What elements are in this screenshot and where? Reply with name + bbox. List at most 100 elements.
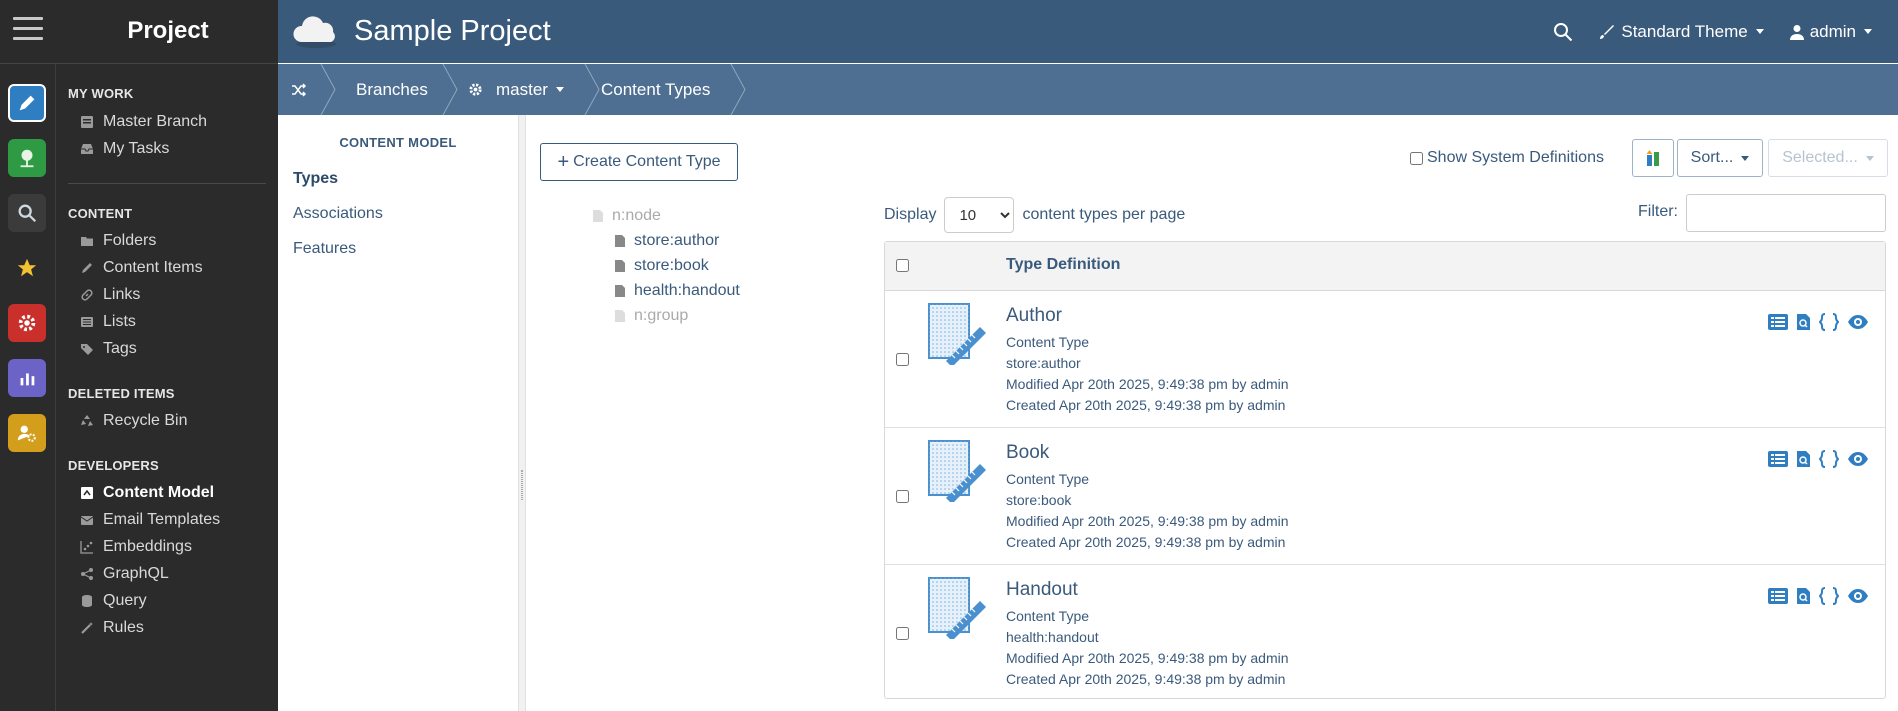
filter-label: Filter:: [1638, 203, 1678, 220]
brush-icon: [1600, 24, 1615, 39]
subnav-item-associations[interactable]: Associations: [293, 205, 383, 223]
file-icon: [615, 310, 625, 322]
show-system-checkbox[interactable]: [1410, 151, 1423, 165]
json-icon[interactable]: [1819, 587, 1839, 605]
details-icon[interactable]: [1768, 314, 1788, 330]
analytics-app-icon[interactable]: [8, 359, 46, 397]
shuffle-icon: [292, 82, 307, 97]
edit-app-icon[interactable]: [8, 84, 46, 122]
view-toggle-button[interactable]: [1632, 139, 1674, 177]
tree-app-icon[interactable]: [8, 139, 46, 177]
select-all-checkbox[interactable]: [896, 259, 909, 272]
tree-node[interactable]: n:node: [592, 207, 661, 225]
database-icon: [80, 594, 94, 608]
page-size-select[interactable]: 10: [944, 197, 1015, 233]
theme-menu[interactable]: Standard Theme: [1599, 22, 1764, 42]
tree-node[interactable]: store:author: [614, 232, 719, 250]
sidebar-item-label: Master Branch: [103, 113, 208, 130]
branch-switch-button[interactable]: [278, 64, 320, 115]
user-menu[interactable]: admin: [1789, 21, 1872, 42]
filter-input[interactable]: [1686, 194, 1886, 232]
row-actions: [1760, 450, 1869, 468]
table-header: Type Definition: [885, 242, 1885, 291]
show-system-definitions[interactable]: Show System Definitions: [1410, 149, 1604, 167]
sidebar-item-content-model[interactable]: Content Model: [80, 482, 214, 504]
eye-icon[interactable]: [1847, 451, 1869, 467]
sidebar-item-email-templates[interactable]: Email Templates: [80, 509, 220, 531]
eye-icon[interactable]: [1847, 314, 1869, 330]
tree-node-label: n:group: [634, 307, 689, 324]
eye-icon[interactable]: [1847, 588, 1869, 604]
search-icon[interactable]: [1553, 22, 1573, 42]
preview-document-icon[interactable]: [1796, 450, 1811, 468]
table-row: Book Content Type store:book Modified Ap…: [885, 428, 1885, 565]
sidebar-item-recycle-bin[interactable]: Recycle Bin: [80, 410, 187, 432]
menu-toggle-icon[interactable]: [13, 17, 43, 43]
create-content-type-button[interactable]: + Create Content Type: [540, 143, 738, 181]
json-icon[interactable]: [1819, 450, 1839, 468]
sidebar-item-tags[interactable]: Tags: [80, 338, 137, 360]
created-info: Created Apr 20th 2025, 9:49:38 pm by adm…: [1006, 397, 1286, 413]
sidebar-item-content-items[interactable]: Content Items: [80, 257, 203, 279]
breadcrumb-separator: [442, 64, 458, 115]
content-type-name[interactable]: Author: [1006, 305, 1062, 327]
branch-dropdown[interactable]: master: [468, 64, 564, 115]
selected-actions-dropdown[interactable]: Selected...: [1768, 139, 1888, 177]
sidebar-item-embeddings[interactable]: Embeddings: [80, 536, 192, 558]
breadcrumb-current[interactable]: Content Types: [601, 64, 710, 115]
main-content: + Create Content Type n:node store:autho…: [526, 115, 1898, 711]
sidebar-item-rules[interactable]: Rules: [80, 617, 144, 639]
user-label: admin: [1809, 21, 1856, 41]
details-icon[interactable]: [1768, 451, 1788, 467]
admin-app-icon[interactable]: [8, 414, 46, 452]
row-checkbox[interactable]: [896, 627, 909, 640]
sidebar-item-label: Lists: [103, 313, 136, 330]
column-header-type-definition[interactable]: Type Definition: [1006, 256, 1120, 274]
breadcrumb-branches[interactable]: Branches: [356, 64, 428, 115]
subnav-item-features[interactable]: Features: [293, 240, 356, 258]
create-content-type-label: Create Content Type: [573, 153, 721, 170]
sidebar-item-folders[interactable]: Folders: [80, 230, 156, 252]
tree-node[interactable]: n:group: [614, 307, 688, 325]
content-type-kind: Content Type: [1006, 471, 1090, 487]
sort-dropdown[interactable]: Sort...: [1677, 139, 1763, 177]
tree-node-label: health:handout: [634, 282, 740, 299]
app-title: Sample Project: [354, 15, 551, 47]
sidebar-item-my-tasks[interactable]: My Tasks: [80, 138, 169, 160]
section-divider: [68, 183, 266, 184]
sidebar-item-lists[interactable]: Lists: [80, 311, 136, 333]
row-checkbox[interactable]: [896, 353, 909, 366]
content-type-name[interactable]: Book: [1006, 442, 1049, 464]
row-checkbox[interactable]: [896, 490, 909, 503]
tree-node[interactable]: store:book: [614, 257, 709, 275]
json-icon[interactable]: [1819, 313, 1839, 331]
content-model-nav: CONTENT MODEL Types Associations Feature…: [278, 115, 520, 711]
preview-document-icon[interactable]: [1796, 313, 1811, 331]
graphql-icon: [80, 567, 94, 581]
sidebar-item-master-branch[interactable]: Master Branch: [80, 111, 207, 133]
section-heading-developers: DEVELOPERS: [68, 458, 159, 473]
search-app-icon[interactable]: [8, 194, 46, 232]
sidebar-item-label: My Tasks: [103, 140, 170, 157]
subnav-item-types[interactable]: Types: [293, 170, 338, 188]
preview-document-icon[interactable]: [1796, 587, 1811, 605]
tree-node-label: store:book: [634, 257, 709, 274]
content-type-name[interactable]: Handout: [1006, 579, 1078, 601]
breadcrumb-separator: [584, 64, 600, 115]
settings-app-icon[interactable]: [8, 304, 46, 342]
details-icon[interactable]: [1768, 588, 1788, 604]
table-row: Author Content Type store:author Modifie…: [885, 291, 1885, 428]
wand-icon: [80, 621, 94, 635]
sidebar-item-label: Folders: [103, 232, 157, 249]
file-icon: [615, 260, 625, 272]
cloud-logo-icon: [293, 16, 336, 48]
sidebar-item-graphql[interactable]: GraphQL: [80, 563, 169, 585]
star-app-icon[interactable]: [8, 249, 46, 287]
created-info: Created Apr 20th 2025, 9:49:38 pm by adm…: [1006, 534, 1286, 550]
breadcrumb: Branches master Content Types: [278, 64, 1898, 115]
content-type-thumbnail-icon: [928, 303, 986, 365]
tree-node[interactable]: health:handout: [614, 282, 740, 300]
panel-resize-handle[interactable]: [518, 115, 526, 711]
sidebar-item-links[interactable]: Links: [80, 284, 140, 306]
sidebar-item-query[interactable]: Query: [80, 590, 147, 612]
